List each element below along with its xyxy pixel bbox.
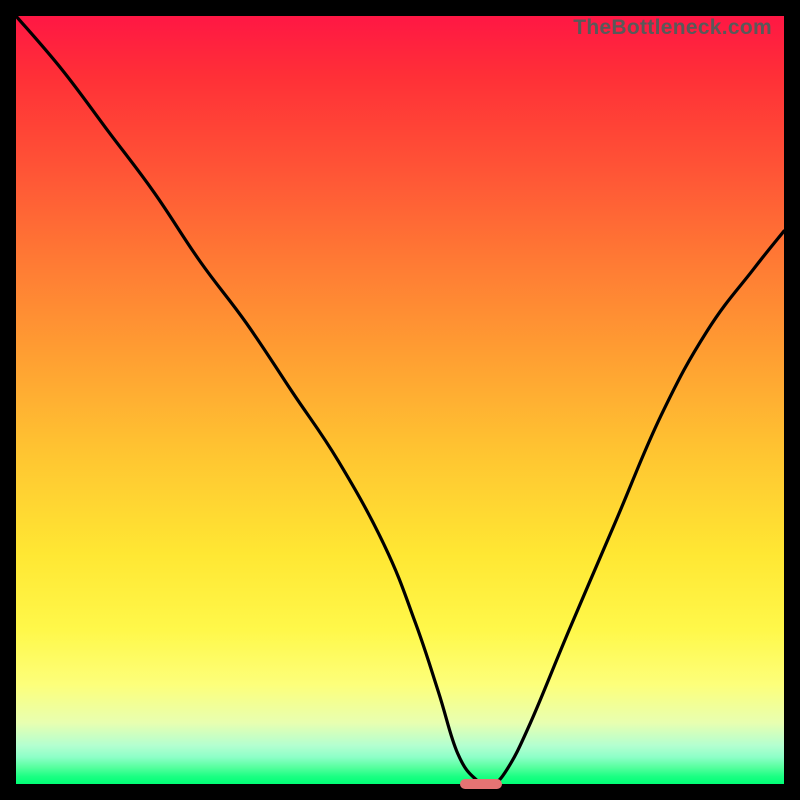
curve-layer: [16, 16, 784, 784]
plot-area: TheBottleneck.com: [16, 16, 784, 784]
bottleneck-curve: [16, 16, 784, 784]
optimal-marker: [460, 779, 502, 789]
